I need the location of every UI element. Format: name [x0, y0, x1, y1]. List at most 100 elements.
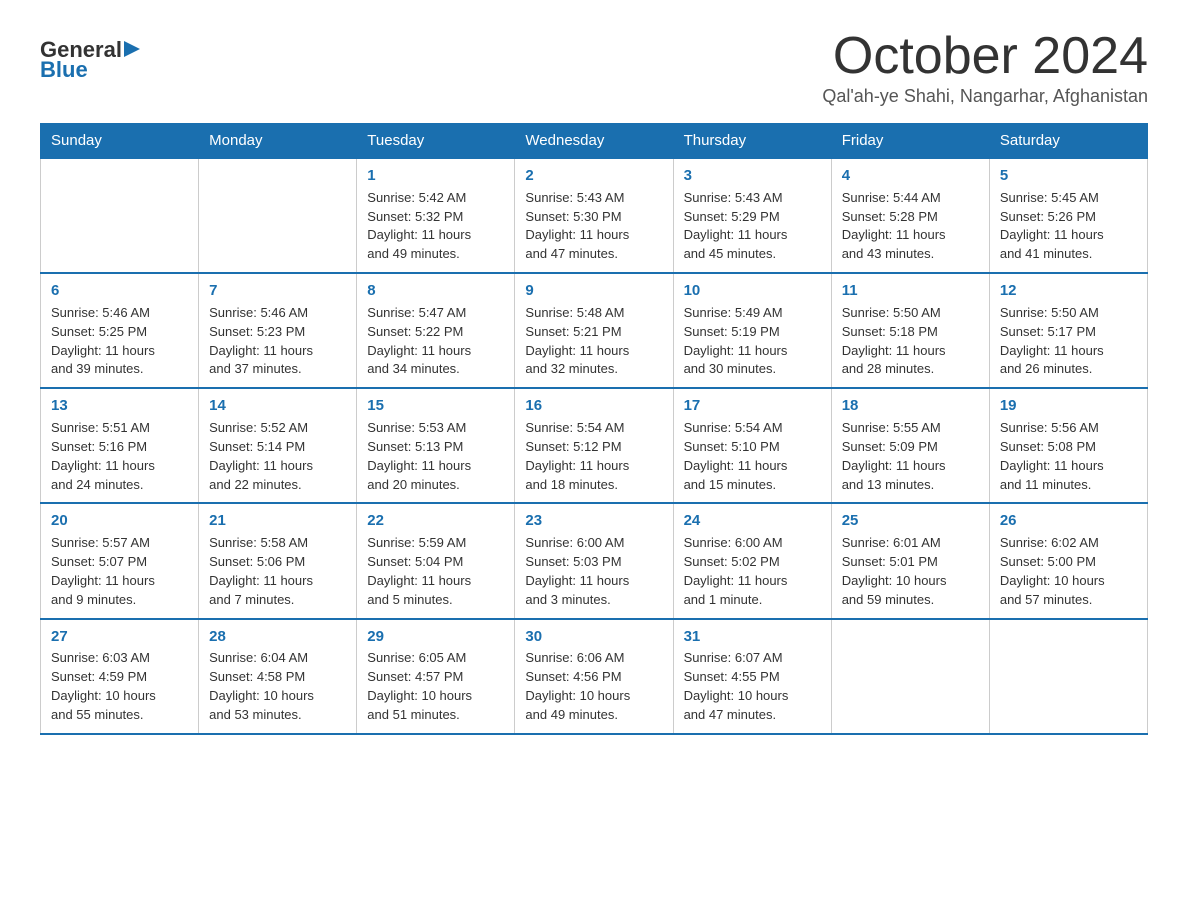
- day-info: Sunrise: 5:48 AM Sunset: 5:21 PM Dayligh…: [525, 304, 662, 379]
- logo: General Blue: [40, 38, 142, 82]
- day-number: 3: [684, 165, 821, 187]
- calendar-cell: 29Sunrise: 6:05 AM Sunset: 4:57 PM Dayli…: [357, 619, 515, 734]
- day-info: Sunrise: 5:45 AM Sunset: 5:26 PM Dayligh…: [1000, 189, 1137, 264]
- day-number: 6: [51, 280, 188, 302]
- calendar-cell: [989, 619, 1147, 734]
- calendar-cell: 4Sunrise: 5:44 AM Sunset: 5:28 PM Daylig…: [831, 158, 989, 273]
- day-info: Sunrise: 6:00 AM Sunset: 5:02 PM Dayligh…: [684, 534, 821, 609]
- day-number: 2: [525, 165, 662, 187]
- day-info: Sunrise: 6:02 AM Sunset: 5:00 PM Dayligh…: [1000, 534, 1137, 609]
- weekday-header-saturday: Saturday: [989, 124, 1147, 159]
- logo-text-blue: Blue: [40, 58, 88, 82]
- day-number: 20: [51, 510, 188, 532]
- day-info: Sunrise: 6:01 AM Sunset: 5:01 PM Dayligh…: [842, 534, 979, 609]
- calendar-cell: 16Sunrise: 5:54 AM Sunset: 5:12 PM Dayli…: [515, 388, 673, 503]
- day-info: Sunrise: 5:56 AM Sunset: 5:08 PM Dayligh…: [1000, 419, 1137, 494]
- day-info: Sunrise: 5:43 AM Sunset: 5:30 PM Dayligh…: [525, 189, 662, 264]
- day-number: 1: [367, 165, 504, 187]
- day-number: 13: [51, 395, 188, 417]
- calendar-cell: [199, 158, 357, 273]
- title-block: October 2024 Qal'ah-ye Shahi, Nangarhar,…: [822, 30, 1148, 107]
- calendar-cell: 19Sunrise: 5:56 AM Sunset: 5:08 PM Dayli…: [989, 388, 1147, 503]
- calendar-week-row: 27Sunrise: 6:03 AM Sunset: 4:59 PM Dayli…: [41, 619, 1148, 734]
- day-info: Sunrise: 5:46 AM Sunset: 5:25 PM Dayligh…: [51, 304, 188, 379]
- weekday-header-friday: Friday: [831, 124, 989, 159]
- page-header: General Blue October 2024 Qal'ah-ye Shah…: [40, 30, 1148, 107]
- day-info: Sunrise: 5:51 AM Sunset: 5:16 PM Dayligh…: [51, 419, 188, 494]
- day-number: 31: [684, 626, 821, 648]
- month-title: October 2024: [822, 30, 1148, 82]
- day-number: 16: [525, 395, 662, 417]
- weekday-header-monday: Monday: [199, 124, 357, 159]
- calendar-week-row: 6Sunrise: 5:46 AM Sunset: 5:25 PM Daylig…: [41, 273, 1148, 388]
- calendar-cell: 15Sunrise: 5:53 AM Sunset: 5:13 PM Dayli…: [357, 388, 515, 503]
- calendar-cell: 17Sunrise: 5:54 AM Sunset: 5:10 PM Dayli…: [673, 388, 831, 503]
- day-number: 4: [842, 165, 979, 187]
- day-number: 26: [1000, 510, 1137, 532]
- day-number: 27: [51, 626, 188, 648]
- day-info: Sunrise: 5:44 AM Sunset: 5:28 PM Dayligh…: [842, 189, 979, 264]
- calendar-cell: [41, 158, 199, 273]
- day-number: 24: [684, 510, 821, 532]
- weekday-header-wednesday: Wednesday: [515, 124, 673, 159]
- day-info: Sunrise: 6:07 AM Sunset: 4:55 PM Dayligh…: [684, 649, 821, 724]
- calendar-cell: 31Sunrise: 6:07 AM Sunset: 4:55 PM Dayli…: [673, 619, 831, 734]
- calendar-cell: 22Sunrise: 5:59 AM Sunset: 5:04 PM Dayli…: [357, 503, 515, 618]
- day-info: Sunrise: 5:58 AM Sunset: 5:06 PM Dayligh…: [209, 534, 346, 609]
- day-number: 29: [367, 626, 504, 648]
- calendar-cell: [831, 619, 989, 734]
- calendar-cell: 20Sunrise: 5:57 AM Sunset: 5:07 PM Dayli…: [41, 503, 199, 618]
- weekday-header-sunday: Sunday: [41, 124, 199, 159]
- day-number: 25: [842, 510, 979, 532]
- day-info: Sunrise: 6:05 AM Sunset: 4:57 PM Dayligh…: [367, 649, 504, 724]
- calendar-cell: 21Sunrise: 5:58 AM Sunset: 5:06 PM Dayli…: [199, 503, 357, 618]
- calendar-cell: 18Sunrise: 5:55 AM Sunset: 5:09 PM Dayli…: [831, 388, 989, 503]
- day-number: 17: [684, 395, 821, 417]
- calendar-cell: 23Sunrise: 6:00 AM Sunset: 5:03 PM Dayli…: [515, 503, 673, 618]
- day-info: Sunrise: 5:55 AM Sunset: 5:09 PM Dayligh…: [842, 419, 979, 494]
- calendar-week-row: 13Sunrise: 5:51 AM Sunset: 5:16 PM Dayli…: [41, 388, 1148, 503]
- day-info: Sunrise: 5:43 AM Sunset: 5:29 PM Dayligh…: [684, 189, 821, 264]
- day-number: 19: [1000, 395, 1137, 417]
- weekday-header-thursday: Thursday: [673, 124, 831, 159]
- calendar-cell: 28Sunrise: 6:04 AM Sunset: 4:58 PM Dayli…: [199, 619, 357, 734]
- day-info: Sunrise: 5:59 AM Sunset: 5:04 PM Dayligh…: [367, 534, 504, 609]
- calendar-cell: 25Sunrise: 6:01 AM Sunset: 5:01 PM Dayli…: [831, 503, 989, 618]
- calendar-cell: 13Sunrise: 5:51 AM Sunset: 5:16 PM Dayli…: [41, 388, 199, 503]
- day-info: Sunrise: 5:47 AM Sunset: 5:22 PM Dayligh…: [367, 304, 504, 379]
- calendar-cell: 9Sunrise: 5:48 AM Sunset: 5:21 PM Daylig…: [515, 273, 673, 388]
- calendar-cell: 1Sunrise: 5:42 AM Sunset: 5:32 PM Daylig…: [357, 158, 515, 273]
- calendar-cell: 30Sunrise: 6:06 AM Sunset: 4:56 PM Dayli…: [515, 619, 673, 734]
- day-number: 18: [842, 395, 979, 417]
- day-number: 23: [525, 510, 662, 532]
- calendar-week-row: 1Sunrise: 5:42 AM Sunset: 5:32 PM Daylig…: [41, 158, 1148, 273]
- calendar-cell: 5Sunrise: 5:45 AM Sunset: 5:26 PM Daylig…: [989, 158, 1147, 273]
- calendar-cell: 12Sunrise: 5:50 AM Sunset: 5:17 PM Dayli…: [989, 273, 1147, 388]
- location-subtitle: Qal'ah-ye Shahi, Nangarhar, Afghanistan: [822, 86, 1148, 107]
- day-number: 22: [367, 510, 504, 532]
- calendar-cell: 10Sunrise: 5:49 AM Sunset: 5:19 PM Dayli…: [673, 273, 831, 388]
- day-number: 28: [209, 626, 346, 648]
- day-number: 21: [209, 510, 346, 532]
- day-number: 7: [209, 280, 346, 302]
- calendar-cell: 27Sunrise: 6:03 AM Sunset: 4:59 PM Dayli…: [41, 619, 199, 734]
- calendar-cell: 6Sunrise: 5:46 AM Sunset: 5:25 PM Daylig…: [41, 273, 199, 388]
- day-info: Sunrise: 6:03 AM Sunset: 4:59 PM Dayligh…: [51, 649, 188, 724]
- calendar-cell: 11Sunrise: 5:50 AM Sunset: 5:18 PM Dayli…: [831, 273, 989, 388]
- day-info: Sunrise: 5:54 AM Sunset: 5:12 PM Dayligh…: [525, 419, 662, 494]
- calendar-cell: 24Sunrise: 6:00 AM Sunset: 5:02 PM Dayli…: [673, 503, 831, 618]
- calendar-cell: 3Sunrise: 5:43 AM Sunset: 5:29 PM Daylig…: [673, 158, 831, 273]
- calendar-cell: 26Sunrise: 6:02 AM Sunset: 5:00 PM Dayli…: [989, 503, 1147, 618]
- day-info: Sunrise: 6:04 AM Sunset: 4:58 PM Dayligh…: [209, 649, 346, 724]
- day-number: 10: [684, 280, 821, 302]
- day-number: 15: [367, 395, 504, 417]
- day-info: Sunrise: 5:49 AM Sunset: 5:19 PM Dayligh…: [684, 304, 821, 379]
- day-info: Sunrise: 5:52 AM Sunset: 5:14 PM Dayligh…: [209, 419, 346, 494]
- day-info: Sunrise: 5:54 AM Sunset: 5:10 PM Dayligh…: [684, 419, 821, 494]
- day-number: 11: [842, 280, 979, 302]
- calendar-table: SundayMondayTuesdayWednesdayThursdayFrid…: [40, 123, 1148, 735]
- day-info: Sunrise: 5:42 AM Sunset: 5:32 PM Dayligh…: [367, 189, 504, 264]
- weekday-header-row: SundayMondayTuesdayWednesdayThursdayFrid…: [41, 124, 1148, 159]
- calendar-cell: 14Sunrise: 5:52 AM Sunset: 5:14 PM Dayli…: [199, 388, 357, 503]
- weekday-header-tuesday: Tuesday: [357, 124, 515, 159]
